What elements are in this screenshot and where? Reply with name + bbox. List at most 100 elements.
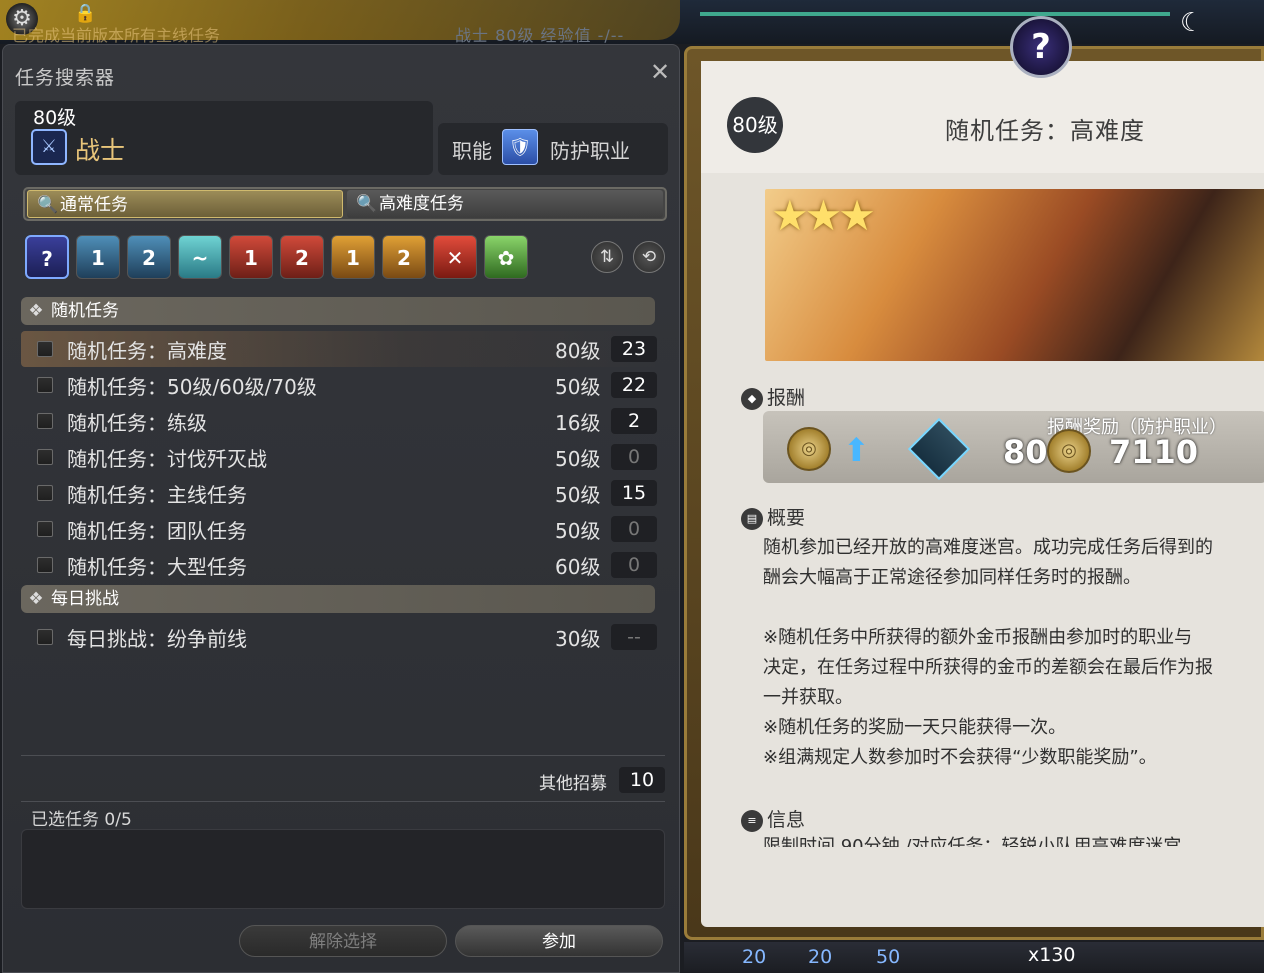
- list-item[interactable]: 随机任务：主线任务 50级 15: [21, 475, 659, 511]
- trial-1-icon[interactable]: 1: [229, 235, 273, 279]
- hotbar-count[interactable]: 20: [742, 946, 766, 968]
- msq-status-text: 已完成当前版本所有主线任务: [12, 26, 221, 45]
- duty-level: 50级: [555, 519, 601, 543]
- refresh-icon[interactable]: ⟲: [633, 241, 665, 273]
- warrior-job-icon: ⚔: [31, 129, 67, 165]
- detail-paper: 80级 随机任务：高难度 ★★★ ◆ 报酬 报酬奖励（防护职业） ◎ ⬆ 80 ◎…: [701, 61, 1264, 927]
- overview-line: 一并获取。: [763, 687, 853, 708]
- trial-2-icon[interactable]: 2: [280, 235, 324, 279]
- section-label: 每日挑战: [51, 589, 119, 609]
- dungeon-2-icon[interactable]: 2: [127, 235, 171, 279]
- duty-level: 50级: [555, 375, 601, 399]
- info-header: ≡ 信息: [741, 805, 805, 832]
- duty-name: 随机任务：高难度: [67, 339, 227, 363]
- list-item[interactable]: 随机任务：团队任务 50级 0: [21, 511, 659, 547]
- duty-level: 50级: [555, 447, 601, 471]
- overview-header: ▤ 概要: [741, 503, 805, 530]
- checkbox[interactable]: [37, 413, 53, 429]
- sort-icon[interactable]: ⇅: [591, 241, 623, 273]
- duty-count: 0: [611, 516, 657, 542]
- moon-icon: ☾: [1180, 8, 1204, 38]
- section-daily-challenge[interactable]: ❖ 每日挑战: [21, 585, 655, 613]
- checkbox[interactable]: [37, 485, 53, 501]
- list-item[interactable]: 随机任务：50级/60级/70级 50级 22: [21, 367, 659, 403]
- lock-icon[interactable]: 🔒: [74, 3, 96, 24]
- selected-duties-box: [21, 829, 665, 909]
- job-panel: 80级 ⚔ 战士: [15, 101, 433, 175]
- reward-header: ◆ 报酬: [741, 383, 805, 410]
- hotbar-item-count[interactable]: x130: [1028, 944, 1076, 966]
- duty-count: 15: [611, 480, 657, 506]
- role-label: 职能: [452, 139, 492, 163]
- duty-count: 0: [611, 444, 657, 470]
- hotbar-count[interactable]: 20: [808, 946, 832, 968]
- checkbox[interactable]: [37, 557, 53, 573]
- checkbox[interactable]: [37, 341, 53, 357]
- overview-line: ※随机任务的奖励一天只能获得一次。: [763, 717, 1067, 738]
- section-label: 信息: [767, 809, 806, 831]
- role-name: 防护职业: [550, 139, 630, 163]
- reward-icon: ◆: [741, 387, 763, 410]
- duty-name: 随机任务：大型任务: [67, 555, 247, 579]
- section-label: 随机任务: [51, 301, 119, 321]
- checkbox[interactable]: [37, 629, 53, 645]
- duty-name: 随机任务：练级: [67, 411, 207, 435]
- random-duty-icon[interactable]: ?: [25, 235, 69, 279]
- section-label: 概要: [767, 507, 806, 529]
- duty-title: 随机任务：高难度: [945, 117, 1145, 145]
- raid-2-icon[interactable]: 2: [382, 235, 426, 279]
- duty-tabs: 🔍通常任务 🔍高难度任务: [23, 187, 667, 221]
- reward-box: 报酬奖励（防护职业） ◎ ⬆ 80 ◎ 7110: [763, 411, 1264, 483]
- clear-selection-button[interactable]: 解除选择: [239, 925, 447, 957]
- join-button[interactable]: 参加: [455, 925, 663, 957]
- tab-hard-duties[interactable]: 🔍高难度任务: [347, 190, 663, 218]
- close-icon[interactable]: ✕: [645, 57, 675, 87]
- tab-normal-duties[interactable]: 🔍通常任务: [27, 190, 343, 218]
- list-item[interactable]: 随机任务：讨伐歼灭战 50级 0: [21, 439, 659, 475]
- arrow-up-icon: ⬆: [843, 431, 870, 469]
- window-title: 任务搜索器: [15, 67, 116, 89]
- hotbar: 20 20 50 x130: [684, 942, 1264, 973]
- list-item[interactable]: 每日挑战：纷争前线 30级 --: [21, 619, 659, 655]
- pvp-icon[interactable]: ✕: [433, 235, 477, 279]
- checkbox[interactable]: [37, 377, 53, 393]
- duty-level: 30级: [555, 627, 601, 651]
- other-recruit-count[interactable]: 10: [619, 767, 665, 793]
- duty-level: 50级: [555, 483, 601, 507]
- checkbox[interactable]: [37, 521, 53, 537]
- reward-exp: 80: [1003, 433, 1048, 471]
- duty-count: 2: [611, 408, 657, 434]
- tab-label: 通常任务: [60, 195, 128, 215]
- duty-detail-window: 80级 随机任务：高难度 ★★★ ◆ 报酬 报酬奖励（防护职业） ◎ ⬆ 80 ◎…: [684, 46, 1264, 940]
- divider: [21, 801, 665, 802]
- duty-count: 0: [611, 552, 657, 578]
- duty-name: 随机任务：主线任务: [67, 483, 247, 507]
- list-item[interactable]: 随机任务：高难度 80级 23: [21, 331, 659, 367]
- gil-coin-icon[interactable]: ◎: [1047, 429, 1091, 473]
- list-item[interactable]: 随机任务：大型任务 60级 0: [21, 547, 659, 583]
- checkbox[interactable]: [37, 449, 53, 465]
- duty-level: 16级: [555, 411, 601, 435]
- overview-line: ※随机任务中所获得的额外金币报酬由参加时的职业与: [763, 627, 1193, 648]
- duty-name: 随机任务：团队任务: [67, 519, 247, 543]
- gold-saucer-icon[interactable]: ✿: [484, 235, 528, 279]
- random-duty-icon: ?: [1010, 16, 1072, 78]
- book-icon: ▤: [741, 507, 763, 530]
- job-level: 80级: [33, 107, 77, 129]
- diamond-icon: ❖: [28, 301, 44, 321]
- duty-level: 60级: [555, 555, 601, 579]
- overview-line: 酬会大幅高于正常途径参加同样任务时的报酬。: [763, 567, 1141, 588]
- exp-icon[interactable]: [907, 417, 971, 481]
- raid-1-icon[interactable]: 1: [331, 235, 375, 279]
- guildhest-icon[interactable]: ~: [178, 235, 222, 279]
- section-random-duties[interactable]: ❖ 随机任务: [21, 297, 655, 325]
- dungeon-1-icon[interactable]: 1: [76, 235, 120, 279]
- overview-line: 决定，在任务过程中所获得的金币的差额会在最后作为报: [763, 657, 1213, 678]
- duty-finder-window: 任务搜索器 ✕ 80级 ⚔ 战士 职能 🛡 防护职业 🔍通常任务 🔍高难度任务 …: [2, 44, 680, 973]
- role-panel: 职能 🛡 防护职业: [438, 123, 668, 175]
- search-icon: 🔍: [356, 194, 378, 214]
- list-item[interactable]: 随机任务：练级 16级 2: [21, 403, 659, 439]
- gil-coin-icon[interactable]: ◎: [787, 427, 831, 471]
- hotbar-count[interactable]: 50: [876, 946, 900, 968]
- reward-gil: 7110: [1109, 433, 1199, 471]
